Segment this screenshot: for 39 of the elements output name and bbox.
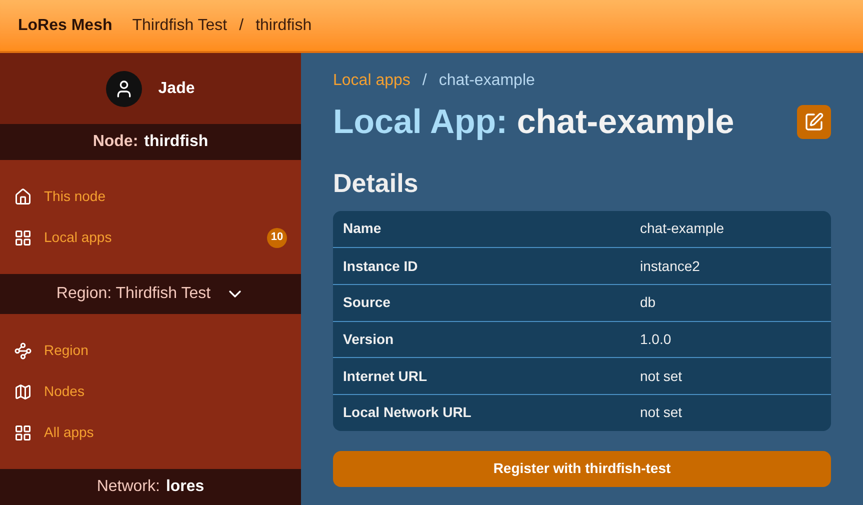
edit-icon [804, 112, 824, 132]
header-value: thirdfish [144, 132, 208, 152]
brand-title[interactable]: LoRes Mesh [18, 14, 112, 38]
sidebar-item[interactable]: This node [0, 176, 301, 217]
row-label: Version [343, 330, 395, 349]
sidebar-item[interactable]: Region [0, 330, 301, 371]
row-value: not set [640, 403, 682, 422]
row-label: Internet URL [343, 366, 428, 386]
house-icon [14, 188, 32, 206]
breadcrumb-link[interactable]: Thirdfish Test [132, 14, 228, 38]
sidebar-item[interactable]: Nodes [0, 371, 301, 412]
page-title: Local App: chat-example [333, 102, 734, 143]
nodes-icon [14, 342, 32, 360]
count-badge: 10 [267, 228, 287, 248]
row-value: instance2 [640, 256, 700, 276]
header-value: lores [166, 477, 204, 497]
region-dropdown[interactable]: Region: Thirdfish Test [0, 274, 301, 314]
breadcrumb-separator: / [422, 71, 427, 91]
row-value: chat-example [640, 219, 724, 238]
row-value: db [640, 293, 656, 312]
map-icon [14, 382, 32, 400]
sidebar-item[interactable]: All apps [0, 412, 301, 453]
row-value: not set [640, 366, 682, 386]
row-label: Name [343, 219, 382, 238]
row-label: Instance ID [343, 256, 419, 276]
breadcrumb-link[interactable]: Local apps [333, 69, 410, 93]
section-title: Details [333, 166, 420, 200]
row-label: Local Network URL [343, 403, 472, 422]
row-value: 1.0.0 [640, 330, 672, 349]
breadcrumb-link[interactable]: thirdfish [256, 14, 312, 38]
sidebar-item[interactable]: Local apps 10 [0, 217, 301, 258]
breadcrumb-current: chat-example [438, 71, 535, 91]
row-label: Source [343, 293, 392, 312]
breadcrumb-separator: / [239, 16, 244, 36]
header-label: Network: [96, 477, 160, 497]
edit-button[interactable] [797, 105, 831, 140]
header-label: Node: [92, 132, 138, 152]
user-name: Jade [158, 78, 195, 98]
register-button[interactable]: Register with thirdfish-test [333, 450, 831, 487]
